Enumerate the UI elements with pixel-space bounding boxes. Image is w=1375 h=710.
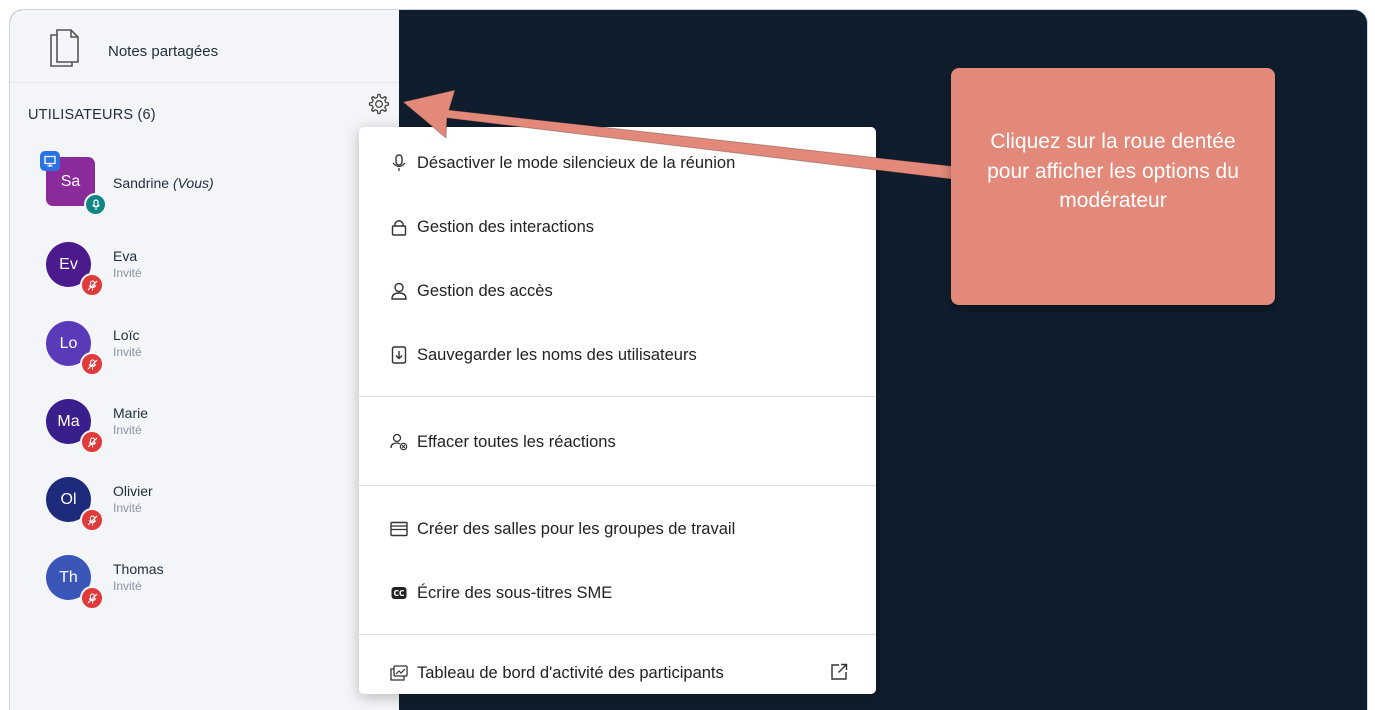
- user-item-thomas[interactable]: Th Thomas Invité: [46, 555, 386, 611]
- avatar-initials: Ma: [57, 412, 80, 430]
- avatar-initials: Lo: [59, 334, 78, 352]
- menu-divider: [359, 634, 876, 635]
- user-name: Loïc: [113, 327, 140, 343]
- user-list-panel: Notes partagées UTILISATEURS (6) Sa Sand…: [10, 10, 399, 710]
- menu-item-label: Effacer toutes les réactions: [417, 432, 616, 451]
- clear-reactions-icon: [390, 433, 408, 451]
- microphone-on-icon: [84, 193, 107, 216]
- menu-divider: [359, 396, 876, 397]
- user-role: Invité: [113, 501, 142, 515]
- avatar-initials: Ol: [60, 490, 77, 508]
- menu-item-label: Tableau de bord d'activité des participa…: [417, 663, 724, 682]
- user-role: Invité: [113, 579, 142, 593]
- shared-notes-label: Notes partagées: [108, 43, 219, 60]
- gear-icon[interactable]: [366, 91, 392, 117]
- microphone-muted-icon: [80, 586, 104, 610]
- dashboard-icon: [390, 664, 408, 682]
- user-item-eva[interactable]: Ev Eva Invité: [46, 242, 386, 298]
- user-name: Marie: [113, 405, 149, 421]
- menu-item-activity-dashboard[interactable]: Tableau de bord d'activité des participa…: [359, 649, 876, 697]
- callout-text: Cliquez sur la roue dentée pour afficher…: [987, 130, 1239, 213]
- user-name: Sandrine (Vous): [113, 175, 214, 191]
- user-role: Invité: [113, 345, 142, 359]
- menu-item-label: Sauvegarder les noms des utilisateurs: [417, 345, 697, 364]
- notes-document-icon: [46, 24, 82, 73]
- menu-item-label: Désactiver le mode silencieux de la réun…: [417, 153, 736, 172]
- svg-text:CC: CC: [393, 589, 405, 598]
- menu-item-manage-interactions[interactable]: Gestion des interactions: [359, 203, 876, 251]
- shared-notes-item[interactable]: Notes partagées: [10, 10, 399, 83]
- user-icon: [390, 282, 408, 300]
- menu-divider: [359, 485, 876, 486]
- rooms-icon: [390, 520, 408, 538]
- microphone-icon: [390, 154, 408, 172]
- menu-item-unmute-meeting[interactable]: Désactiver le mode silencieux de la réun…: [359, 139, 876, 187]
- menu-item-write-captions[interactable]: CC Écrire des sous-titres SME: [359, 569, 876, 617]
- user-name: Eva: [113, 248, 138, 264]
- user-item-sandrine[interactable]: Sa Sandrine (Vous): [40, 151, 386, 216]
- menu-item-label: Gestion des interactions: [417, 217, 595, 236]
- microphone-muted-icon: [80, 352, 104, 376]
- user-role: Invité: [113, 423, 142, 437]
- user-item-olivier[interactable]: Ol Olivier Invité: [46, 477, 386, 533]
- user-item-marie[interactable]: Ma Marie Invité: [46, 399, 386, 455]
- instruction-callout: Cliquez sur la roue dentée pour afficher…: [951, 68, 1275, 305]
- presenter-icon: [40, 151, 60, 171]
- user-name: Thomas: [113, 561, 164, 577]
- moderator-options-menu: Désactiver le mode silencieux de la réun…: [359, 127, 876, 694]
- menu-item-save-user-names[interactable]: Sauvegarder les noms des utilisateurs: [359, 331, 876, 379]
- avatar-initials: Sa: [60, 172, 81, 190]
- user-name: Olivier: [113, 483, 153, 499]
- microphone-muted-icon: [80, 430, 104, 454]
- avatar-initials: Ev: [59, 255, 78, 273]
- user-role: Invité: [113, 266, 142, 280]
- menu-item-label: Écrire des sous-titres SME: [417, 583, 613, 602]
- menu-item-label: Gestion des accès: [417, 281, 553, 300]
- external-link-icon: [830, 663, 848, 686]
- download-file-icon: [390, 346, 408, 364]
- lock-icon: [390, 218, 408, 236]
- closed-captions-icon: CC: [390, 584, 408, 602]
- menu-item-label: Créer des salles pour les groupes de tra…: [417, 519, 736, 538]
- avatar-initials: Th: [59, 568, 78, 586]
- users-header: UTILISATEURS (6): [28, 107, 156, 123]
- menu-item-clear-reactions[interactable]: Effacer toutes les réactions: [359, 418, 876, 466]
- user-item-loic[interactable]: Lo Loïc Invité: [46, 321, 386, 377]
- microphone-muted-icon: [80, 273, 104, 297]
- microphone-muted-icon: [80, 508, 104, 532]
- menu-item-manage-access[interactable]: Gestion des accès: [359, 267, 876, 315]
- menu-item-create-breakout-rooms[interactable]: Créer des salles pour les groupes de tra…: [359, 505, 876, 553]
- you-label: (Vous): [172, 175, 214, 191]
